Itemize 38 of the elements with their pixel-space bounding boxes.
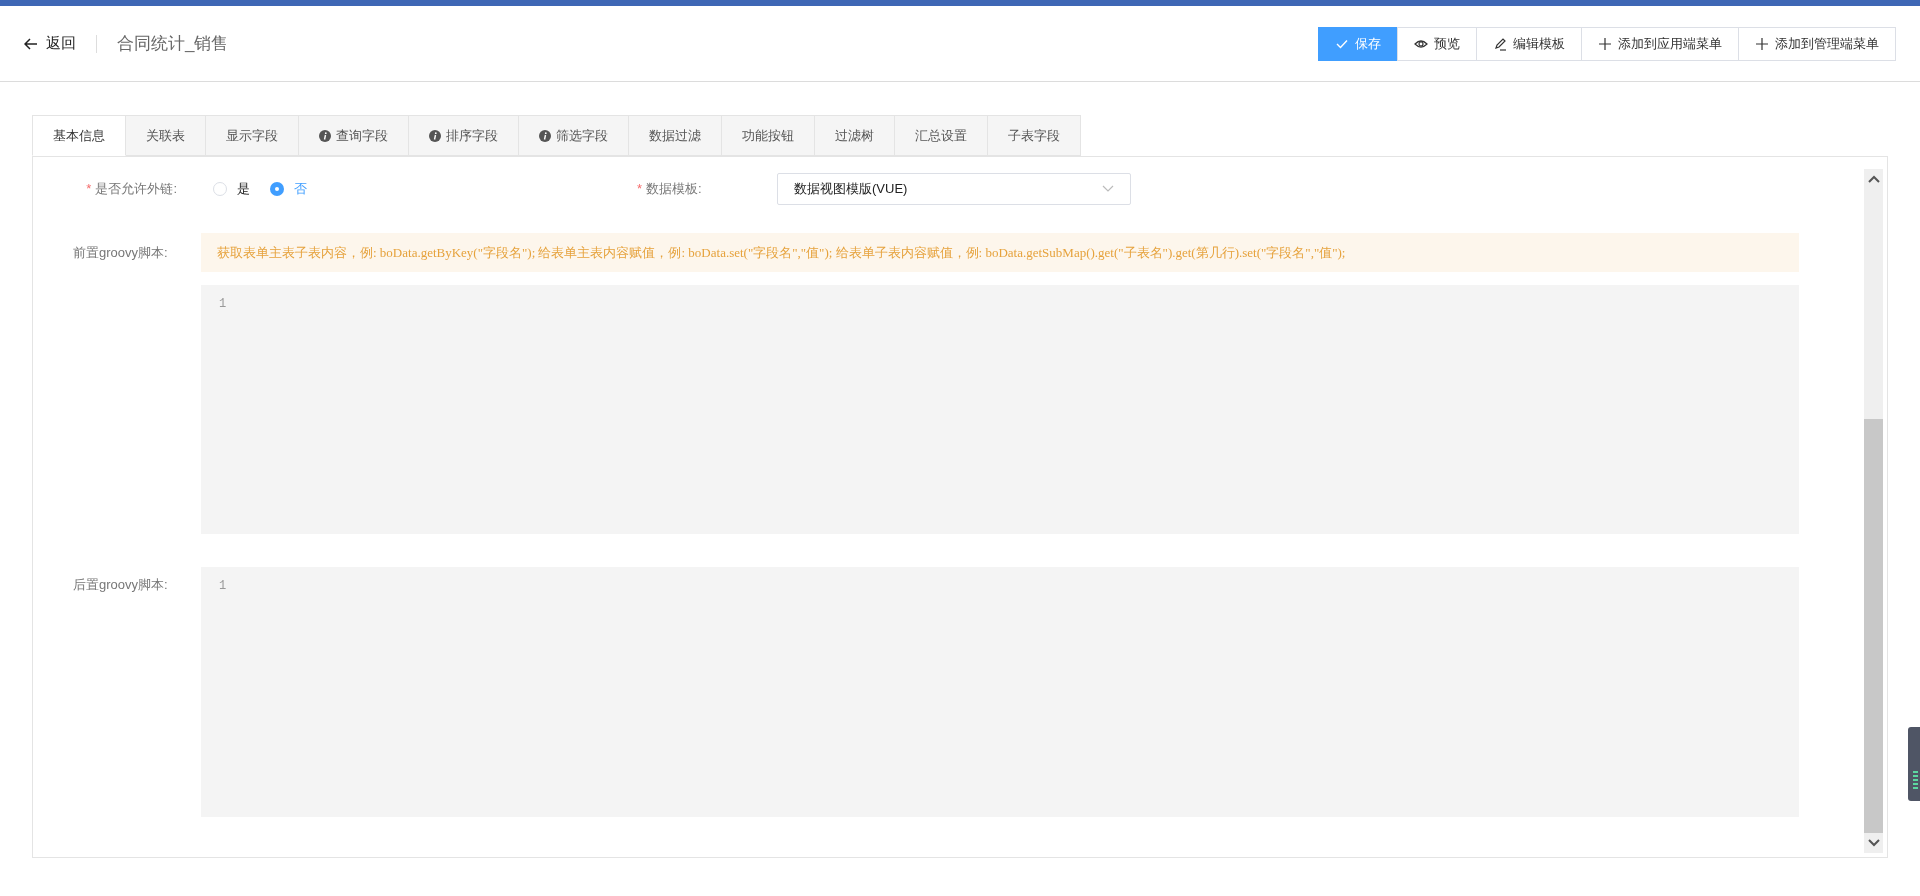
- radio-button[interactable]: [270, 182, 284, 196]
- tab[interactable]: 过滤树: [814, 115, 895, 156]
- tab[interactable]: 汇总设置: [894, 115, 988, 156]
- tab[interactable]: 筛选字段: [518, 115, 629, 156]
- scroll-up-icon[interactable]: [1867, 175, 1880, 183]
- field-label: * 是否允许外链:: [85, 180, 177, 199]
- plus-icon: [1755, 36, 1769, 51]
- tab[interactable]: 功能按钮: [721, 115, 815, 156]
- line-number: 1: [219, 578, 228, 595]
- scrollbar-thumb[interactable]: [1864, 419, 1883, 833]
- tab[interactable]: 关联表: [125, 115, 206, 156]
- tab[interactable]: 显示字段: [205, 115, 299, 156]
- toolbar-button[interactable]: 预览: [1397, 26, 1477, 61]
- radio-option[interactable]: 是: [213, 179, 250, 199]
- toolbar-button[interactable]: 添加到应用端菜单: [1581, 26, 1739, 61]
- page-title: 合同统计_销售: [117, 32, 229, 55]
- line-number: 1: [219, 296, 228, 313]
- side-widget-icon[interactable]: [1908, 727, 1920, 801]
- toolbar-button[interactable]: 编辑模板: [1476, 26, 1582, 61]
- tab[interactable]: 基本信息: [32, 115, 126, 156]
- back-button[interactable]: 返回: [24, 32, 76, 55]
- back-arrow-icon: [24, 37, 38, 50]
- field-label: * 数据模板:: [637, 180, 703, 199]
- radio-button[interactable]: [213, 182, 227, 196]
- tab[interactable]: 排序字段: [408, 115, 519, 156]
- chevron-down-icon: [1102, 185, 1114, 193]
- tab[interactable]: 查询字段: [298, 115, 409, 156]
- plus-icon: [1598, 36, 1612, 51]
- hint-message: 获取表单主表子表内容，例: boData.getByKey("字段名"); 给表单主表内容赋值，例: boData.set("字段名","值"); 给表单子表内容赋值，例: boData.getSubMap().get("子表名").get(第几行).set("字段名","值");: [201, 233, 1799, 272]
- scroll-down-icon[interactable]: [1867, 839, 1880, 847]
- toolbar-button[interactable]: 添加到管理端菜单: [1738, 26, 1896, 61]
- pencil-icon: [1493, 36, 1507, 51]
- scrollbar[interactable]: [1864, 169, 1883, 853]
- field-label: 后置groovy脚本:: [73, 576, 169, 594]
- tab[interactable]: 数据过滤: [628, 115, 722, 156]
- field-label: 前置groovy脚本:: [73, 244, 169, 262]
- template-select[interactable]: 数据视图模版(VUE): [777, 173, 1131, 205]
- tab[interactable]: 子表字段: [987, 115, 1081, 156]
